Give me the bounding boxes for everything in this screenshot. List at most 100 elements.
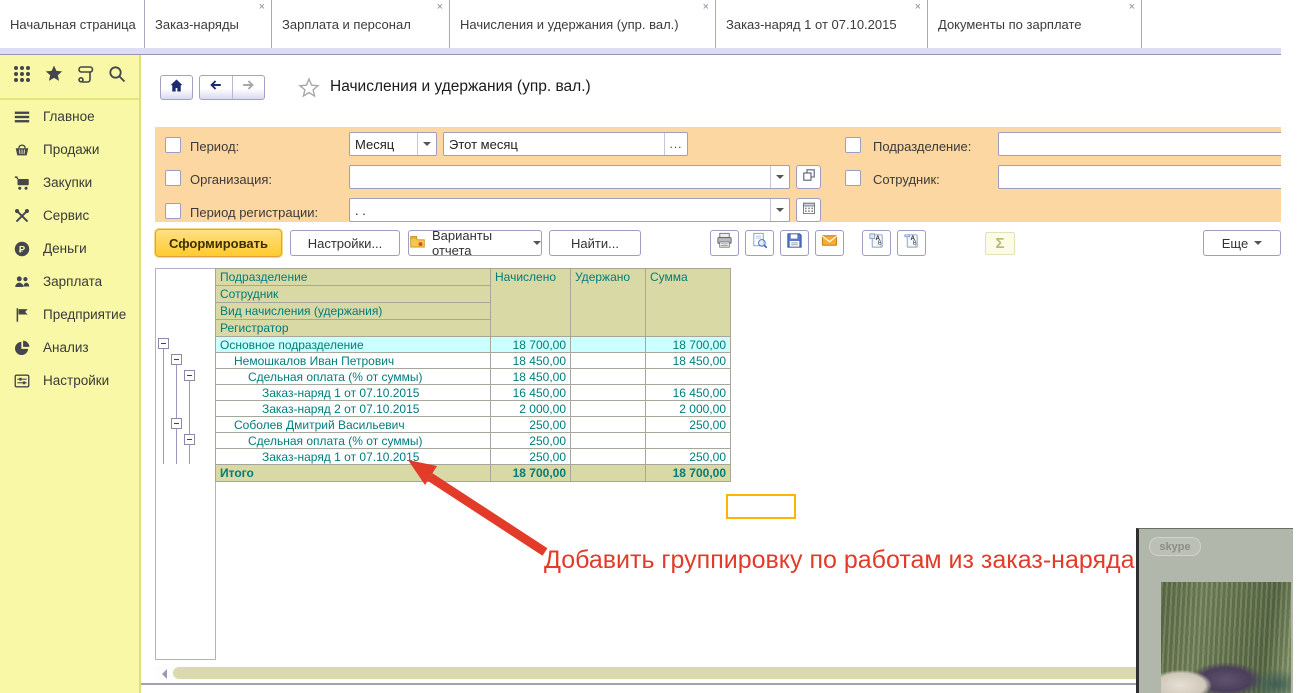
row-label-cell[interactable]: Заказ-наряд 1 от 07.10.2015	[216, 385, 491, 401]
tab-1[interactable]: Начальная страница	[0, 0, 145, 48]
tab-5[interactable]: Заказ-наряд 1 от 07.10.2015×	[716, 0, 928, 48]
period-value-input[interactable]: Этот месяц ...	[443, 132, 688, 156]
grouping-levels-button-2[interactable]: ABc	[897, 230, 926, 256]
print-button[interactable]	[710, 230, 739, 256]
row-value-cell[interactable]: 18 700,00	[646, 465, 731, 482]
organization-checkbox[interactable]	[165, 170, 181, 186]
tab-4[interactable]: Начисления и удержания (упр. вал.)×	[450, 0, 716, 48]
close-icon[interactable]: ×	[259, 2, 265, 13]
sidebar-item-service[interactable]: Сервис	[0, 199, 139, 232]
home-button[interactable]	[160, 75, 193, 100]
sidebar-item-salary[interactable]: Зарплата	[0, 265, 139, 298]
organization-open-button[interactable]	[796, 165, 821, 189]
dropdown-arrow-icon[interactable]	[770, 199, 789, 221]
row-label-cell[interactable]: Итого	[216, 465, 491, 482]
generate-button[interactable]: Сформировать	[155, 229, 282, 257]
close-icon[interactable]: ×	[915, 2, 921, 13]
row-value-cell[interactable]: 250,00	[491, 433, 571, 449]
row-value-cell[interactable]: 2 000,00	[491, 401, 571, 417]
favorites-star-icon[interactable]	[44, 64, 64, 89]
row-value-cell[interactable]: 18 700,00	[646, 337, 731, 353]
settings-button[interactable]: Настройки...	[290, 230, 400, 256]
report-variants-button[interactable]: Варианты отчета	[408, 230, 542, 256]
sidebar-item-settings[interactable]: Настройки	[0, 364, 139, 397]
sidebar-item-menu[interactable]: Главное	[0, 100, 139, 133]
employee-input[interactable]	[998, 165, 1281, 189]
row-value-cell[interactable]: 18 700,00	[491, 337, 571, 353]
sidebar-item-analysis[interactable]: Анализ	[0, 331, 139, 364]
row-value-cell[interactable]	[571, 369, 646, 385]
period-checkbox[interactable]	[165, 137, 181, 153]
row-value-cell[interactable]	[571, 449, 646, 465]
collapse-expander-icon[interactable]	[184, 370, 195, 381]
sidebar-item-purchases[interactable]: Закупки	[0, 166, 139, 199]
row-label-cell[interactable]: Сдельная оплата (% от суммы)	[216, 433, 491, 449]
mail-button[interactable]	[815, 230, 844, 256]
organization-input[interactable]	[349, 165, 790, 189]
registration-period-input[interactable]: . .	[349, 198, 790, 222]
registration-period-calendar-button[interactable]	[796, 198, 821, 222]
row-value-cell[interactable]	[571, 465, 646, 482]
back-button[interactable]	[200, 76, 233, 99]
row-value-cell[interactable]	[646, 369, 731, 385]
row-label-cell[interactable]: Заказ-наряд 2 от 07.10.2015	[216, 401, 491, 417]
favorite-star-button[interactable]	[297, 76, 321, 100]
row-label-cell[interactable]: Соболев Дмитрий Васильевич	[216, 417, 491, 433]
sidebar-item-enterprise[interactable]: Предприятие	[0, 298, 139, 331]
scroll-left-icon[interactable]	[157, 669, 167, 679]
save-button[interactable]	[780, 230, 809, 256]
sidebar-item-money[interactable]: РДеньги	[0, 232, 139, 265]
grouping-levels-button-1[interactable]: ABc	[862, 230, 891, 256]
row-value-cell[interactable]: 250,00	[646, 449, 731, 465]
row-value-cell[interactable]: 18 700,00	[491, 465, 571, 482]
sidebar-item-sales[interactable]: Продажи	[0, 133, 139, 166]
row-label-cell[interactable]: Немошкалов Иван Петрович	[216, 353, 491, 369]
row-value-cell[interactable]: 250,00	[491, 449, 571, 465]
tab-2[interactable]: Заказ-наряды×	[145, 0, 272, 48]
skype-video-window[interactable]: skype	[1136, 528, 1293, 693]
employee-checkbox[interactable]	[845, 170, 861, 186]
row-value-cell[interactable]: 250,00	[646, 417, 731, 433]
row-value-cell[interactable]: 2 000,00	[646, 401, 731, 417]
sum-indicator[interactable]: Σ	[985, 232, 1015, 255]
row-label-cell[interactable]: Сдельная оплата (% от суммы)	[216, 369, 491, 385]
registration-period-checkbox[interactable]	[165, 203, 181, 219]
row-value-cell[interactable]: 18 450,00	[646, 353, 731, 369]
tab-6[interactable]: Документы по зарплате×	[928, 0, 1142, 48]
dropdown-arrow-icon[interactable]	[417, 133, 436, 155]
row-value-cell[interactable]	[571, 385, 646, 401]
collapse-expander-icon[interactable]	[171, 354, 182, 365]
period-unit-select[interactable]: Месяц	[349, 132, 437, 156]
search-icon[interactable]	[107, 64, 127, 89]
row-value-cell[interactable]	[571, 433, 646, 449]
history-icon[interactable]	[75, 64, 95, 89]
forward-button[interactable]	[233, 76, 265, 99]
row-value-cell[interactable]	[571, 337, 646, 353]
more-button[interactable]: Еще	[1203, 230, 1281, 256]
row-value-cell[interactable]: 18 450,00	[491, 353, 571, 369]
collapse-expander-icon[interactable]	[184, 434, 195, 445]
close-icon[interactable]: ×	[437, 2, 443, 13]
scrollbar-thumb[interactable]	[173, 667, 1277, 679]
row-label-cell[interactable]: Заказ-наряд 1 от 07.10.2015	[216, 449, 491, 465]
row-value-cell[interactable]	[646, 433, 731, 449]
find-button[interactable]: Найти...	[549, 230, 641, 256]
row-value-cell[interactable]: 18 450,00	[491, 369, 571, 385]
row-value-cell[interactable]: 16 450,00	[646, 385, 731, 401]
dropdown-arrow-icon[interactable]	[770, 166, 789, 188]
horizontal-scrollbar[interactable]	[155, 666, 1281, 680]
close-icon[interactable]: ×	[703, 2, 709, 13]
row-value-cell[interactable]	[571, 353, 646, 369]
row-value-cell[interactable]	[571, 417, 646, 433]
department-checkbox[interactable]	[845, 137, 861, 153]
period-more-button[interactable]: ...	[664, 133, 687, 155]
row-value-cell[interactable]: 16 450,00	[491, 385, 571, 401]
row-label-cell[interactable]: Основное подразделение	[216, 337, 491, 353]
row-value-cell[interactable]	[571, 401, 646, 417]
close-icon[interactable]: ×	[1129, 2, 1135, 13]
tab-3[interactable]: Зарплата и персонал×	[272, 0, 450, 48]
preview-button[interactable]	[745, 230, 774, 256]
row-value-cell[interactable]: 250,00	[491, 417, 571, 433]
apps-grid-icon[interactable]	[12, 64, 32, 89]
department-input[interactable]	[998, 132, 1281, 156]
